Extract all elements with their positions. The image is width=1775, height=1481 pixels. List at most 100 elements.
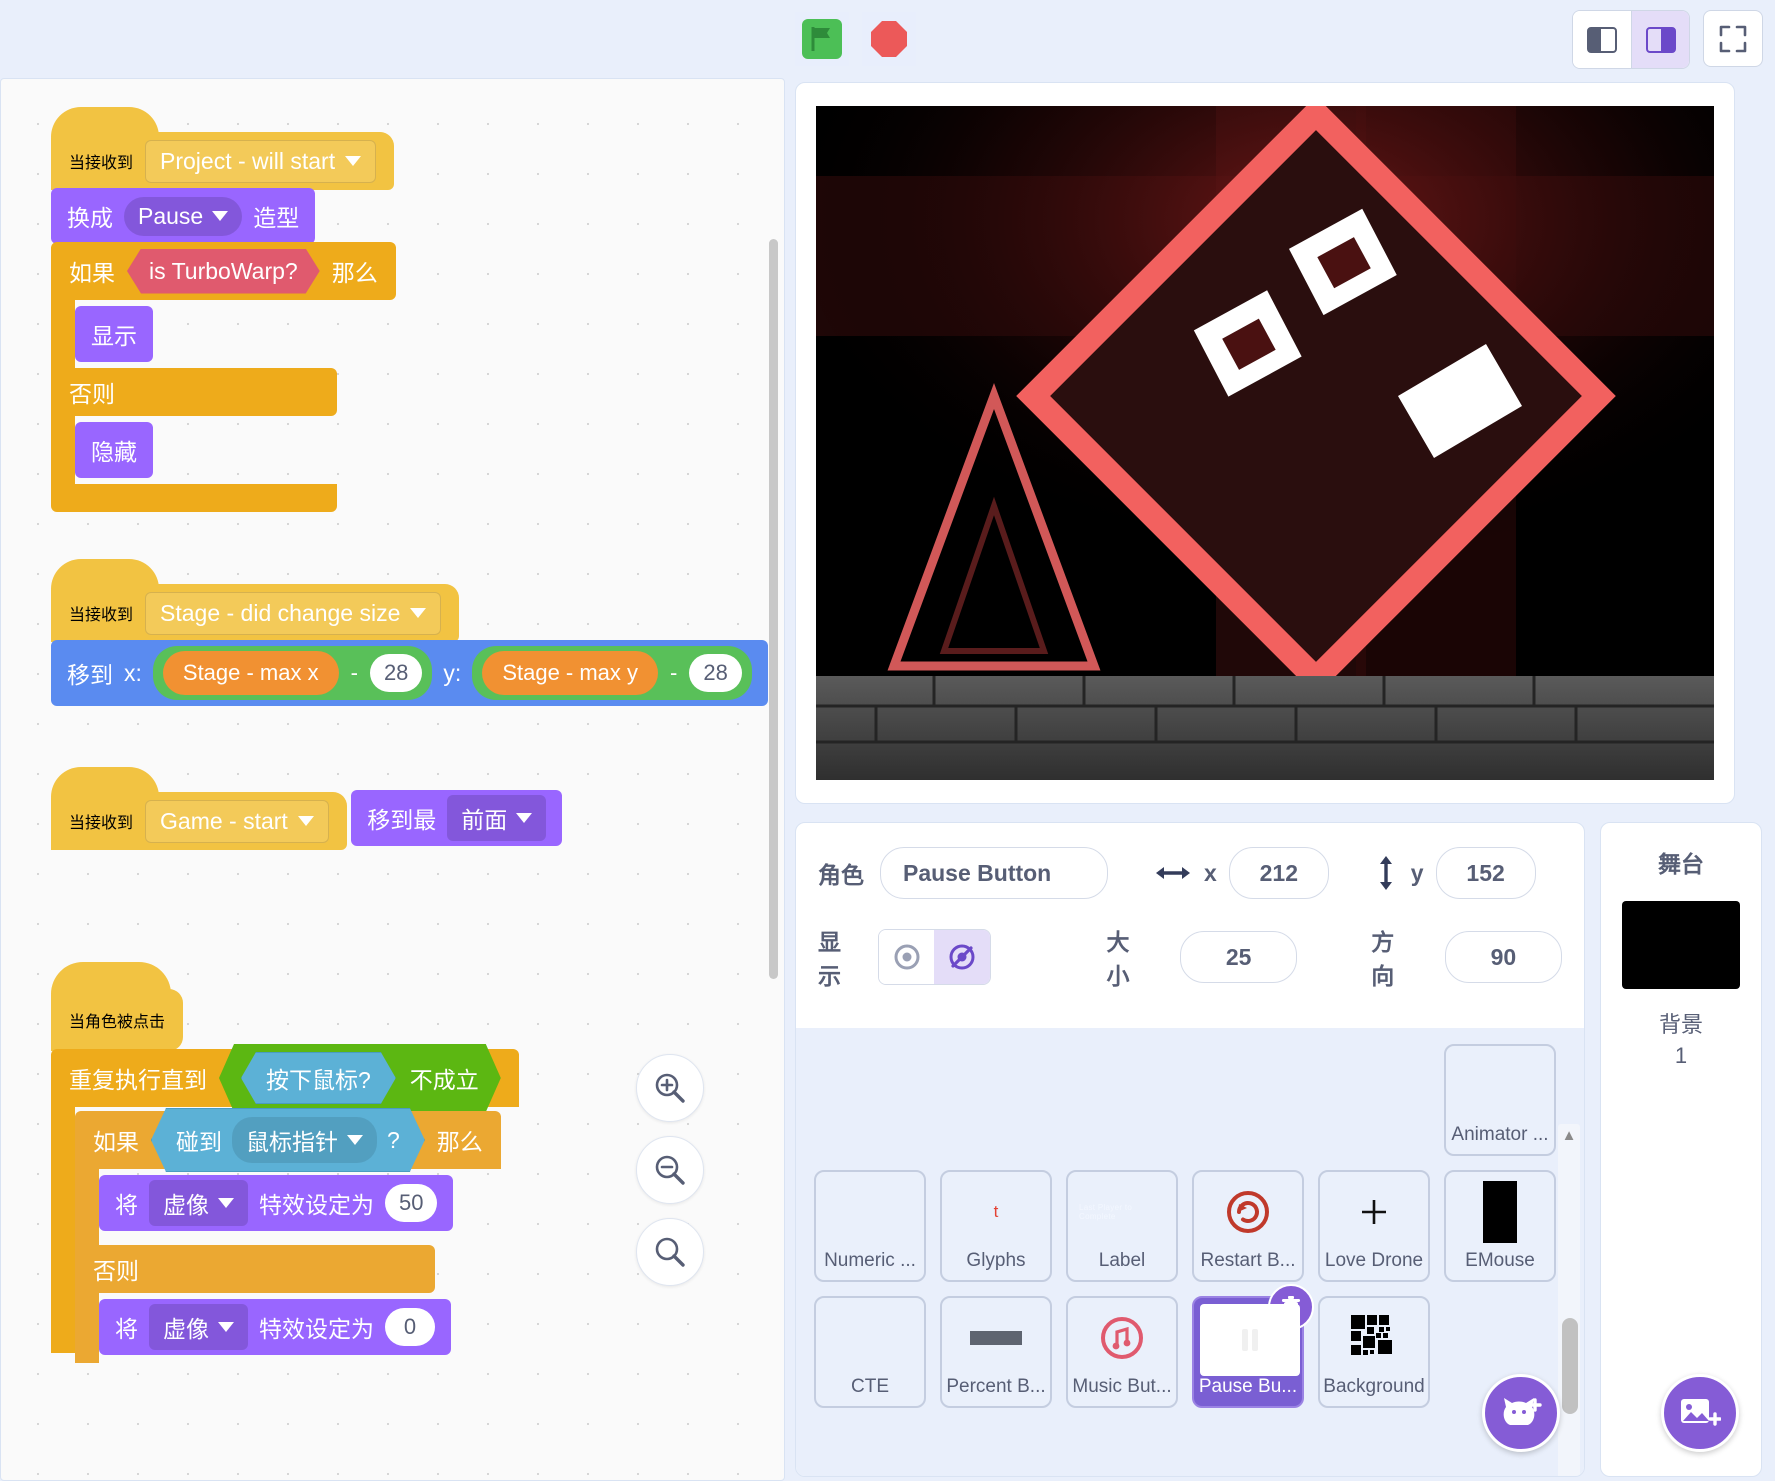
sprite-name-row: 角色 Pause Button x 212 bbox=[818, 847, 1562, 899]
x-variable[interactable]: Stage - max x bbox=[163, 651, 339, 695]
set-ghost-effect-block[interactable]: 将 虚像 特效设定为 0 bbox=[99, 1299, 451, 1355]
sprite-card-label[interactable]: Last Player to Complete Label bbox=[1066, 1170, 1178, 1282]
sprite-card-pause-button[interactable]: x Pause Bu... bbox=[1192, 1296, 1304, 1408]
direction-input[interactable]: 90 bbox=[1445, 931, 1562, 983]
sprite-card-love-drone[interactable]: Love Drone bbox=[1318, 1170, 1430, 1282]
sprite-name-value: Pause Button bbox=[903, 860, 1051, 887]
costume-dropdown[interactable]: Pause bbox=[124, 197, 242, 236]
if-header[interactable]: 如果 碰到 鼠标指针 ? 那么 bbox=[75, 1111, 501, 1169]
layout-large-stage-icon bbox=[1646, 27, 1676, 53]
sprite-card-cte[interactable]: CTE bbox=[814, 1296, 926, 1408]
stop-sign-icon bbox=[867, 17, 911, 61]
sprite-label: Label bbox=[1099, 1250, 1146, 1272]
zoom-out-button[interactable] bbox=[636, 1136, 704, 1204]
fullscreen-button[interactable] bbox=[1703, 10, 1763, 67]
repeat-until-header[interactable]: 重复执行直到 按下鼠标? 不成立 bbox=[51, 1049, 519, 1107]
show-sprite-button[interactable] bbox=[879, 930, 934, 984]
x-operand-b[interactable]: 28 bbox=[370, 654, 422, 692]
layout-small-stage-button[interactable] bbox=[1573, 11, 1631, 68]
add-sprite-cat-icon bbox=[1500, 1393, 1542, 1433]
layer-dropdown[interactable]: 前面 bbox=[447, 795, 546, 841]
script-project-will-start[interactable]: 当接收到 Project - will start 换成 Pause 造型 bbox=[51, 132, 396, 512]
effect-value-input[interactable]: 50 bbox=[385, 1184, 437, 1222]
event-hat-block[interactable]: 当接收到 Project - will start bbox=[51, 132, 394, 190]
broadcast-dropdown[interactable]: Stage - did change size bbox=[145, 592, 441, 635]
sprite-thumbnail bbox=[1457, 1054, 1543, 1118]
effect-dropdown[interactable]: 虚像 bbox=[149, 1180, 248, 1226]
y-operand-b[interactable]: 28 bbox=[689, 654, 741, 692]
layout-large-stage-button[interactable] bbox=[1631, 11, 1689, 68]
go-to-layer-block[interactable]: 移到最 前面 bbox=[351, 790, 562, 846]
event-hat-block[interactable]: 当接收到 Stage - did change size bbox=[51, 584, 459, 642]
mouse-down-condition[interactable]: 按下鼠标? bbox=[241, 1052, 396, 1104]
show-block[interactable]: 显示 bbox=[75, 306, 153, 362]
sprite-card-percent-bar[interactable]: Percent B... bbox=[940, 1296, 1052, 1408]
stage-thumbnail[interactable] bbox=[1622, 901, 1740, 989]
touching-target-dropdown[interactable]: 鼠标指针 bbox=[232, 1117, 377, 1163]
workspace-vertical-scrollbar[interactable] bbox=[769, 239, 778, 979]
sprite-card-glyphs[interactable]: t Glyphs bbox=[940, 1170, 1052, 1282]
is-turbowarp-condition[interactable]: is TurboWarp? bbox=[127, 249, 320, 294]
zoom-in-button[interactable] bbox=[636, 1054, 704, 1122]
x-subtraction-operator[interactable]: Stage - max x - 28 bbox=[153, 646, 433, 700]
effect-dropdown[interactable]: 虚像 bbox=[149, 1304, 248, 1350]
sprite-card-numeric[interactable]: Numeric ... bbox=[814, 1170, 926, 1282]
sprite-card-restart-button[interactable]: Restart B... bbox=[1192, 1170, 1304, 1282]
sprite-list[interactable]: Animator ... Numeric ... t Glyphs Last P… bbox=[796, 1028, 1585, 1477]
pause-white-icon bbox=[1237, 1325, 1263, 1355]
eye-show-icon bbox=[892, 942, 922, 972]
add-backdrop-button[interactable] bbox=[1661, 1374, 1739, 1452]
else-header[interactable]: 否则 bbox=[75, 1245, 435, 1293]
sprite-name-input[interactable]: Pause Button bbox=[880, 847, 1108, 899]
stage-canvas[interactable] bbox=[816, 106, 1714, 780]
touching-condition[interactable]: 碰到 鼠标指针 ? bbox=[151, 1108, 425, 1172]
if-header[interactable]: 如果 is TurboWarp? 那么 bbox=[51, 242, 396, 300]
sprite-label: Pause Bu... bbox=[1199, 1376, 1297, 1398]
music-icon bbox=[1100, 1316, 1144, 1360]
goto-xy-block[interactable]: 移到 x: Stage - max x - 28 y: Stage - max … bbox=[51, 640, 768, 706]
stage-selector-title: 舞台 bbox=[1658, 845, 1704, 879]
sprite-card-animator[interactable]: Animator ... bbox=[1444, 1044, 1556, 1156]
green-flag-button[interactable] bbox=[795, 12, 849, 66]
sprite-card-music-button[interactable]: Music But... bbox=[1066, 1296, 1178, 1408]
nested-if-else-block[interactable]: 如果 碰到 鼠标指针 ? 那么 bbox=[75, 1111, 501, 1363]
broadcast-dropdown[interactable]: Project - will start bbox=[145, 140, 376, 183]
stop-button[interactable] bbox=[862, 12, 916, 66]
switch-costume-block[interactable]: 换成 Pause 造型 bbox=[51, 188, 315, 244]
sprite-thumbnail bbox=[1079, 1306, 1165, 1370]
code-workspace[interactable]: 当接收到 Project - will start 换成 Pause 造型 bbox=[0, 78, 785, 1481]
chevron-down-icon bbox=[218, 1198, 234, 1208]
broadcast-dropdown[interactable]: Game - start bbox=[145, 800, 329, 843]
event-hat-block[interactable]: 当接收到 Game - start bbox=[51, 792, 347, 850]
x-value: 212 bbox=[1260, 860, 1298, 887]
not-operator[interactable]: 按下鼠标? 不成立 bbox=[219, 1044, 501, 1112]
y-input[interactable]: 152 bbox=[1436, 847, 1536, 899]
script-game-start[interactable]: 当接收到 Game - start 移到最 前面 bbox=[51, 792, 562, 850]
mouse-down-label: 按下鼠标? bbox=[266, 1061, 371, 1095]
when-clicked-hat-block[interactable]: 当角色被点击 bbox=[51, 989, 183, 1051]
zoom-reset-button[interactable] bbox=[636, 1218, 704, 1286]
set-ghost-effect-block[interactable]: 将 虚像 特效设定为 50 bbox=[99, 1175, 453, 1231]
sprite-card-background[interactable]: Background bbox=[1318, 1296, 1430, 1408]
plus-cross-icon bbox=[1359, 1197, 1389, 1227]
hide-sprite-button[interactable] bbox=[934, 930, 989, 984]
sprite-card-emouse[interactable]: EMouse bbox=[1444, 1170, 1556, 1282]
direction-label: 方向 bbox=[1371, 923, 1414, 991]
size-input[interactable]: 25 bbox=[1180, 931, 1297, 983]
stage-selector-panel: 舞台 背景 1 bbox=[1600, 822, 1762, 1477]
scroll-up-button[interactable]: ▲ bbox=[1558, 1124, 1580, 1146]
sprite-list-scrollbar-track[interactable] bbox=[1558, 1124, 1580, 1477]
if-else-block[interactable]: 如果 is TurboWarp? 那么 显示 否则 bbox=[51, 242, 396, 512]
y-subtraction-operator[interactable]: Stage - max y - 28 bbox=[472, 646, 752, 700]
else-header[interactable]: 否则 bbox=[51, 368, 337, 416]
add-sprite-button[interactable] bbox=[1482, 1374, 1560, 1452]
hide-block[interactable]: 隐藏 bbox=[75, 422, 153, 478]
sprite-list-scrollbar-thumb[interactable] bbox=[1562, 1318, 1578, 1414]
script-stage-did-change-size[interactable]: 当接收到 Stage - did change size 移到 x: Stage… bbox=[51, 584, 784, 706]
effect-value-input[interactable]: 0 bbox=[385, 1308, 435, 1346]
goto-x-label: x: bbox=[124, 660, 142, 687]
y-variable[interactable]: Stage - max y bbox=[482, 651, 658, 695]
repeat-until-block[interactable]: 重复执行直到 按下鼠标? 不成立 如果 bbox=[51, 1049, 519, 1363]
x-input[interactable]: 212 bbox=[1229, 847, 1329, 899]
script-when-sprite-clicked[interactable]: 当角色被点击 重复执行直到 按下鼠标? 不成立 bbox=[51, 989, 519, 1363]
